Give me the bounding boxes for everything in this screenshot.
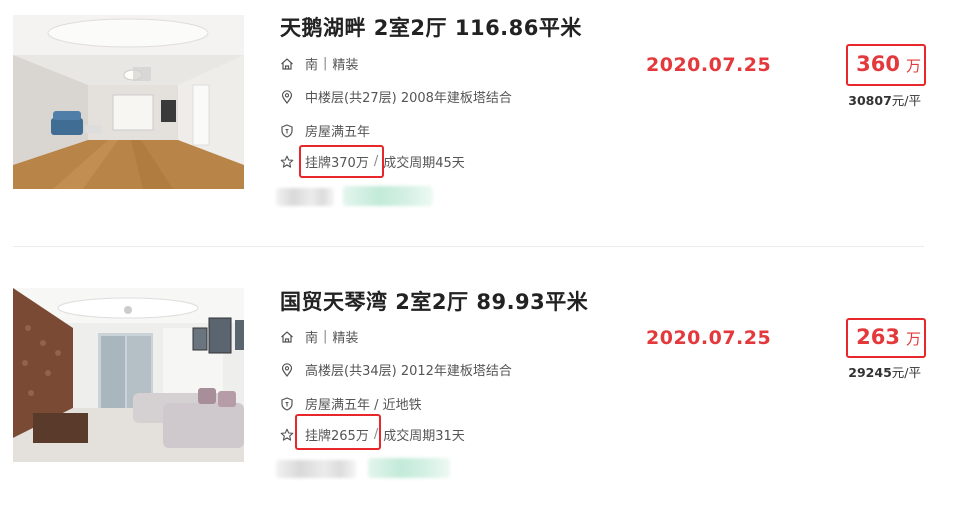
location-pin-icon — [281, 362, 293, 377]
orientation: 南 — [305, 58, 319, 73]
orientation: 南 — [305, 331, 319, 346]
unit-price-value: 30807 — [848, 93, 892, 108]
house-icon — [281, 330, 293, 343]
feature-tag-blurred — [368, 458, 450, 478]
listing-title[interactable]: 国贸天琴湾 2室2厅 89.93平米 — [280, 286, 588, 316]
deal-house-info: 房屋满五年 — [280, 121, 370, 140]
house-info: 南 | 精装 — [280, 327, 358, 346]
feature-tag-blurred — [343, 186, 433, 206]
agent-tag-blurred — [276, 460, 356, 478]
living-room-photo — [13, 15, 244, 189]
decoration: 精装 — [332, 58, 359, 73]
total-price-highlight — [846, 44, 926, 86]
deal-cycle: 成交周期31天 — [383, 429, 465, 444]
living-room-photo — [13, 288, 244, 462]
agent-tag-blurred — [276, 188, 334, 206]
listing-card[interactable]: 天鹅湖畔 2室2厅 116.86平米 南 | 精装 中楼层(共27层) 2008… — [0, 0, 964, 240]
floor-info: 高楼层(共34层) 2012年建板塔结合 — [305, 364, 512, 379]
deal-cycle: 成交周期45天 — [383, 156, 465, 171]
deal-date: 2020.07.25 — [646, 54, 772, 76]
unit-price-suffix: 元/平 — [891, 93, 921, 108]
decoration: 精装 — [332, 331, 359, 346]
separator: | — [323, 329, 328, 344]
shield-icon — [281, 396, 293, 411]
separator: | — [323, 56, 328, 71]
star-icon — [280, 428, 294, 441]
unit-price-suffix: 元/平 — [891, 365, 921, 380]
listing-title[interactable]: 天鹅湖畔 2室2厅 116.86平米 — [280, 12, 582, 42]
total-price-highlight — [846, 318, 926, 358]
unit-price: 29245元/平 — [848, 362, 921, 381]
listing-photo[interactable] — [13, 288, 244, 462]
shield-icon — [281, 123, 293, 138]
listing-divider — [13, 246, 924, 247]
house-tags: 房屋满五年 — [305, 125, 371, 140]
listing-photo[interactable] — [13, 15, 244, 189]
unit-price-value: 29245 — [848, 365, 892, 380]
floor-info: 中楼层(共27层) 2008年建板塔结合 — [305, 91, 512, 106]
unit-price: 30807元/平 — [848, 90, 921, 109]
house-tags: 房屋满五年 / 近地铁 — [305, 398, 422, 413]
location-pin-icon — [281, 89, 293, 104]
listing-price-highlight — [299, 145, 384, 178]
house-info: 南 | 精装 — [280, 54, 358, 73]
position-info: 中楼层(共27层) 2008年建板塔结合 — [280, 87, 512, 106]
listing-card[interactable]: 国贸天琴湾 2室2厅 89.93平米 南 | 精装 高楼层(共34层) 2012… — [0, 274, 964, 514]
deal-house-info: 房屋满五年 / 近地铁 — [280, 394, 422, 413]
deal-date: 2020.07.25 — [646, 327, 772, 349]
house-icon — [281, 57, 293, 70]
listing-price-highlight — [295, 414, 381, 450]
position-info: 高楼层(共34层) 2012年建板塔结合 — [280, 360, 512, 379]
star-icon — [280, 155, 294, 168]
